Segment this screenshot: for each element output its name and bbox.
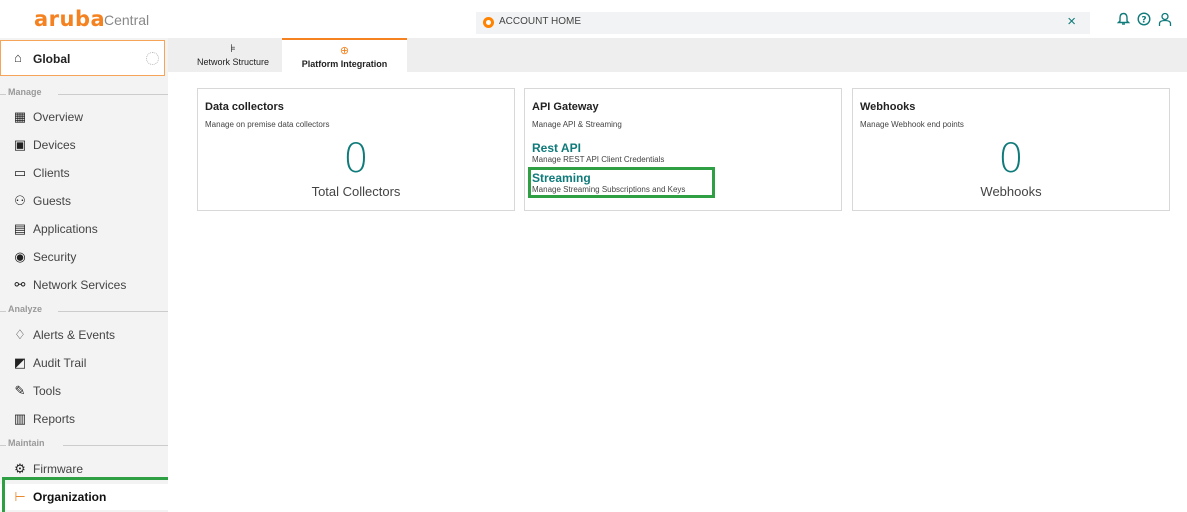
applications-icon: ▤ — [13, 221, 27, 236]
home-icon: ⌂ — [14, 50, 22, 65]
svg-text:?: ? — [1141, 15, 1146, 25]
sidebar-item-clients[interactable]: ▭ Clients — [0, 160, 168, 186]
sidebar-item-devices[interactable]: ▣ Devices — [0, 132, 168, 158]
bell-icon[interactable] — [1116, 12, 1131, 28]
tab-platform-integration[interactable]: ⊕ Platform Integration — [282, 38, 407, 72]
highlight-box — [2, 477, 181, 512]
bell-icon: ♢ — [14, 327, 26, 342]
guests-icon: ⚇ — [14, 193, 26, 208]
main-content: ⊧ Network Structure ⊕ Platform Integrati… — [168, 38, 1187, 512]
tab-network-structure[interactable]: ⊧ Network Structure — [178, 38, 288, 72]
grid-icon: ▦ — [13, 109, 27, 124]
sidebar-item-label: Network Services — [33, 278, 127, 292]
sidebar-item-overview[interactable]: ▦ Overview — [0, 104, 168, 130]
card-title: Data collectors — [205, 101, 284, 113]
global-label: Global — [33, 52, 71, 66]
webhooks-count: 0 — [998, 136, 1024, 182]
collectors-count: 0 — [343, 136, 369, 182]
rest-api-link[interactable]: Rest API — [532, 141, 581, 155]
webhooks-card[interactable]: Webhooks Manage Webhook end points 0 Web… — [852, 88, 1170, 211]
card-title: Webhooks — [860, 101, 916, 113]
rest-api-description: Manage REST API Client Credentials — [532, 155, 665, 164]
card-subtitle: Manage Webhook end points — [860, 120, 964, 129]
card-subtitle: Manage API & Streaming — [532, 120, 622, 129]
sidebar-item-reports[interactable]: ▥ Reports — [0, 406, 168, 432]
global-scope-selector[interactable]: ⌂ Global — [0, 40, 165, 76]
sidebar: ⌂ Global Manage ▦ Overview ▣ Devices ▭ C… — [0, 38, 168, 512]
section-analyze: Analyze — [0, 304, 168, 318]
sidebar-item-label: Devices — [33, 138, 76, 152]
sidebar-item-label: Security — [33, 250, 77, 264]
card-title: API Gateway — [532, 101, 599, 113]
reports-icon: ▥ — [13, 411, 27, 426]
laptop-icon: ▭ — [13, 165, 27, 180]
tab-label: Platform Integration — [301, 59, 388, 69]
help-icon[interactable]: ? — [1137, 12, 1151, 28]
user-icon[interactable] — [1158, 12, 1172, 29]
sidebar-item-label: Applications — [33, 222, 98, 236]
network-services-icon: ⚯ — [14, 277, 26, 292]
close-icon[interactable]: × — [1067, 13, 1076, 30]
data-collectors-card[interactable]: Data collectors Manage on premise data c… — [197, 88, 515, 211]
section-label: Manage — [8, 87, 42, 97]
section-label: Analyze — [8, 304, 43, 314]
sidebar-item-applications[interactable]: ▤ Applications — [0, 216, 168, 242]
sidebar-item-audit-trail[interactable]: ◩ Audit Trail — [0, 350, 168, 376]
sidebar-item-label: Guests — [33, 194, 72, 208]
search-context-text: ACCOUNT HOME — [499, 16, 582, 27]
product-name: Central — [104, 12, 150, 28]
sidebar-item-label: Firmware — [33, 462, 83, 476]
sidebar-item-label: Audit Trail — [33, 356, 87, 370]
search-icon — [483, 17, 494, 28]
tab-label: Network Structure — [196, 57, 270, 67]
sidebar-item-label: Tools — [33, 384, 62, 398]
globe-icon: ⊕ — [339, 45, 350, 57]
sidebar-item-guests[interactable]: ⚇ Guests — [0, 188, 168, 214]
tab-bar: ⊧ Network Structure ⊕ Platform Integrati… — [168, 38, 1187, 72]
section-manage: Manage — [0, 87, 168, 101]
webhooks-count-label: Webhooks — [980, 184, 1042, 199]
collectors-count-label: Total Collectors — [311, 184, 401, 199]
hierarchy-icon: ⊧ — [230, 43, 236, 55]
loading-spinner-icon — [146, 52, 159, 65]
sidebar-item-alerts-events[interactable]: ♢ Alerts & Events — [0, 322, 168, 348]
sidebar-item-security[interactable]: ◉ Security — [0, 244, 168, 270]
section-maintain: Maintain — [0, 438, 168, 452]
section-label: Maintain — [8, 438, 45, 448]
api-gateway-card: API Gateway Manage API & Streaming Rest … — [524, 88, 842, 211]
sidebar-item-label: Reports — [33, 412, 76, 426]
tools-icon: ✎ — [14, 383, 26, 398]
firmware-icon: ⚙ — [14, 461, 26, 476]
shield-icon: ◉ — [14, 249, 26, 264]
sidebar-item-label: Clients — [33, 166, 70, 180]
audit-trail-icon: ◩ — [13, 355, 27, 370]
sidebar-item-label: Alerts & Events — [33, 328, 116, 342]
aruba-logo[interactable]: aruba — [34, 7, 105, 31]
device-icon: ▣ — [13, 137, 27, 152]
search-bar[interactable]: ACCOUNT HOME × — [476, 12, 1090, 34]
sidebar-item-network-services[interactable]: ⚯ Network Services — [0, 272, 168, 298]
card-subtitle: Manage on premise data collectors — [205, 120, 330, 129]
sidebar-item-tools[interactable]: ✎ Tools — [0, 378, 168, 404]
top-bar: aruba Central ACCOUNT HOME × ? — [0, 0, 1187, 38]
sidebar-item-label: Overview — [33, 110, 84, 124]
highlight-box — [528, 167, 715, 198]
